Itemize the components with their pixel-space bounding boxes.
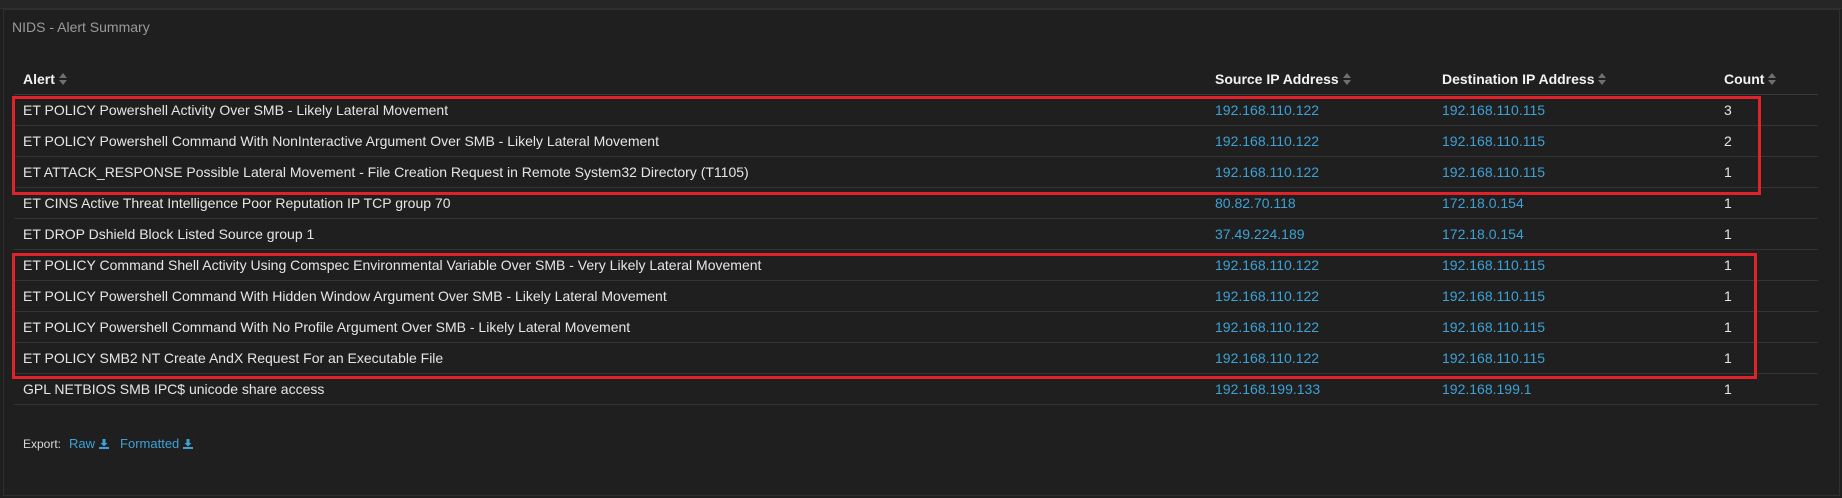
export-raw-link[interactable]: Raw xyxy=(69,436,110,451)
source-ip-link[interactable]: 192.168.110.122 xyxy=(1206,94,1433,126)
table-header-row: Alert Source IP Address Destination IP A… xyxy=(14,64,1818,95)
source-ip-link[interactable]: 192.168.110.122 xyxy=(1206,311,1433,343)
column-header-label: Destination IP Address xyxy=(1442,71,1595,87)
count-cell: 1 xyxy=(1715,249,1818,281)
table-row: ET POLICY Powershell Activity Over SMB -… xyxy=(14,94,1818,126)
alert-table: Alert Source IP Address Destination IP A… xyxy=(14,64,1818,405)
source-ip-link[interactable]: 192.168.199.133 xyxy=(1206,373,1433,405)
table-row: ET POLICY Powershell Command With No Pro… xyxy=(14,311,1818,343)
alert-cell: ET POLICY Powershell Command With NonInt… xyxy=(14,125,1206,157)
download-icon xyxy=(99,438,110,449)
alert-cell: GPL NETBIOS SMB IPC$ unicode share acces… xyxy=(14,373,1206,405)
table-row: ET POLICY SMB2 NT Create AndX Request Fo… xyxy=(14,342,1818,374)
alert-cell: ET ATTACK_RESPONSE Possible Lateral Move… xyxy=(14,156,1206,188)
source-ip-link[interactable]: 192.168.110.122 xyxy=(1206,280,1433,312)
source-ip-link[interactable]: 192.168.110.122 xyxy=(1206,249,1433,281)
alert-cell: ET POLICY SMB2 NT Create AndX Request Fo… xyxy=(14,342,1206,374)
source-ip-link[interactable]: 192.168.110.122 xyxy=(1206,125,1433,157)
destination-ip-link[interactable]: 172.18.0.154 xyxy=(1433,187,1715,219)
count-cell: 2 xyxy=(1715,125,1818,157)
count-cell: 3 xyxy=(1715,94,1818,126)
source-ip-link[interactable]: 80.82.70.118 xyxy=(1206,187,1433,219)
destination-ip-link[interactable]: 192.168.110.115 xyxy=(1433,156,1715,188)
alert-cell: ET POLICY Powershell Command With Hidden… xyxy=(14,280,1206,312)
alert-cell: ET POLICY Powershell Command With No Pro… xyxy=(14,311,1206,343)
destination-ip-link[interactable]: 192.168.110.115 xyxy=(1433,311,1715,343)
destination-ip-link[interactable]: 192.168.110.115 xyxy=(1433,125,1715,157)
destination-ip-link[interactable]: 192.168.110.115 xyxy=(1433,342,1715,374)
count-cell: 1 xyxy=(1715,373,1818,405)
download-icon xyxy=(183,438,194,449)
column-header-destination-ip[interactable]: Destination IP Address xyxy=(1433,64,1715,95)
count-cell: 1 xyxy=(1715,187,1818,219)
table-row: ET ATTACK_RESPONSE Possible Lateral Move… xyxy=(14,156,1818,188)
export-formatted-link[interactable]: Formatted xyxy=(120,436,194,451)
column-header-alert[interactable]: Alert xyxy=(14,64,1206,95)
source-ip-link[interactable]: 37.49.224.189 xyxy=(1206,218,1433,250)
sort-icon[interactable] xyxy=(1768,73,1777,85)
destination-ip-link[interactable]: 172.18.0.154 xyxy=(1433,218,1715,250)
count-cell: 1 xyxy=(1715,311,1818,343)
destination-ip-link[interactable]: 192.168.110.115 xyxy=(1433,94,1715,126)
panel-title: NIDS - Alert Summary xyxy=(12,19,150,35)
count-cell: 1 xyxy=(1715,280,1818,312)
export-formatted-label: Formatted xyxy=(120,436,180,451)
sort-icon[interactable] xyxy=(58,73,67,85)
column-header-source-ip[interactable]: Source IP Address xyxy=(1206,64,1433,95)
destination-ip-link[interactable]: 192.168.199.1 xyxy=(1433,373,1715,405)
alert-cell: ET CINS Active Threat Intelligence Poor … xyxy=(14,187,1206,219)
alert-cell: ET POLICY Command Shell Activity Using C… xyxy=(14,249,1206,281)
table-row: ET DROP Dshield Block Listed Source grou… xyxy=(14,218,1818,250)
source-ip-link[interactable]: 192.168.110.122 xyxy=(1206,342,1433,374)
destination-ip-link[interactable]: 192.168.110.115 xyxy=(1433,249,1715,281)
column-header-count[interactable]: Count xyxy=(1715,64,1818,95)
table-row: ET POLICY Command Shell Activity Using C… xyxy=(14,249,1818,281)
top-strip xyxy=(0,0,1842,9)
table-row: GPL NETBIOS SMB IPC$ unicode share acces… xyxy=(14,373,1818,405)
export-label: Export: xyxy=(23,436,62,451)
count-cell: 1 xyxy=(1715,218,1818,250)
column-header-label: Count xyxy=(1724,71,1765,87)
alert-cell: ET POLICY Powershell Activity Over SMB -… xyxy=(14,94,1206,126)
count-cell: 1 xyxy=(1715,156,1818,188)
table-row: ET CINS Active Threat Intelligence Poor … xyxy=(14,187,1818,219)
count-cell: 1 xyxy=(1715,342,1818,374)
table-row: ET POLICY Powershell Command With NonInt… xyxy=(14,125,1818,157)
export-bar: Export: Raw Formatted xyxy=(23,436,204,451)
table-row: ET POLICY Powershell Command With Hidden… xyxy=(14,280,1818,312)
alert-cell: ET DROP Dshield Block Listed Source grou… xyxy=(14,218,1206,250)
export-raw-label: Raw xyxy=(69,436,96,451)
sort-icon[interactable] xyxy=(1342,73,1351,85)
source-ip-link[interactable]: 192.168.110.122 xyxy=(1206,156,1433,188)
sort-icon[interactable] xyxy=(1598,73,1607,85)
column-header-label: Source IP Address xyxy=(1215,71,1339,87)
destination-ip-link[interactable]: 192.168.110.115 xyxy=(1433,280,1715,312)
column-header-label: Alert xyxy=(23,71,55,87)
